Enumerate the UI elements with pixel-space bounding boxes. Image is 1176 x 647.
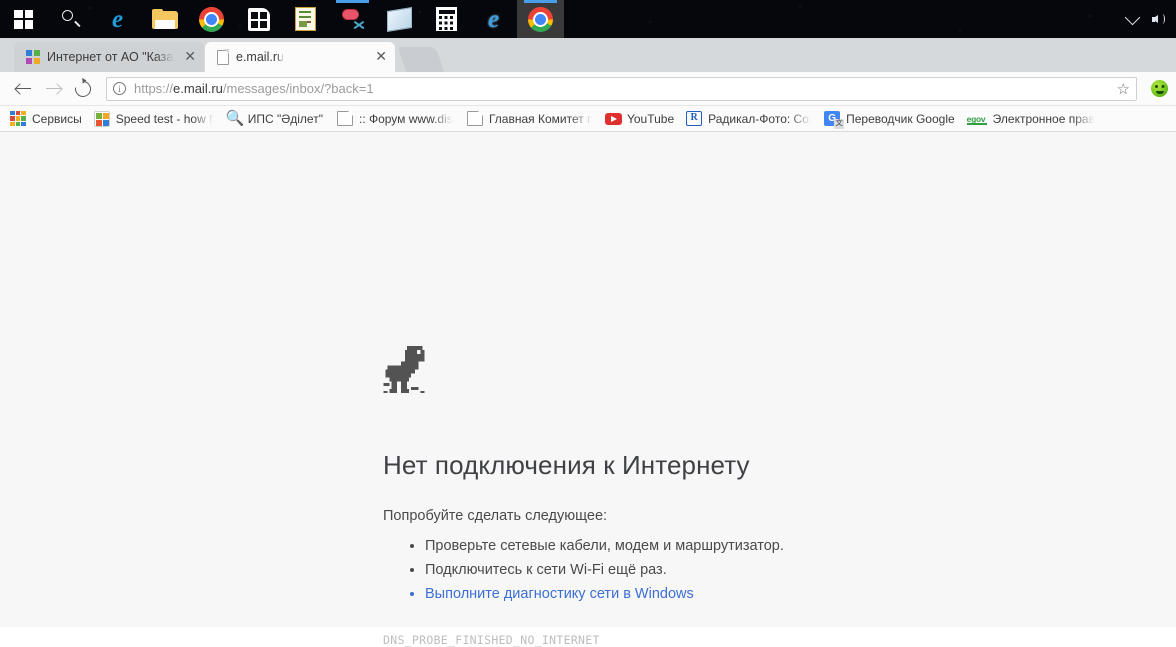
youtube-icon: [605, 111, 621, 127]
bookmark-google-translate[interactable]: G Переводчик Google: [818, 108, 961, 130]
apps-grid-icon: [10, 111, 26, 127]
chevron-up-icon[interactable]: [1125, 10, 1141, 26]
dinosaur-icon: [383, 346, 427, 393]
bookmark-label: Радикал-Фото: Созда: [708, 112, 812, 126]
url-path: /messages/inbox/?back=1: [223, 81, 374, 96]
taskbar-chrome[interactable]: [188, 0, 235, 38]
radikal-icon: R: [686, 111, 702, 126]
bookmark-label: Speed test - how fast: [116, 112, 214, 126]
network-diagnostics-link[interactable]: Выполните диагностику сети в Windows: [425, 582, 1003, 606]
ie-icon: e: [488, 7, 499, 32]
visio-document-icon: [295, 7, 316, 31]
windows-taskbar: e e: [0, 0, 1176, 38]
bookmark-speed-test[interactable]: Speed test - how fast: [88, 108, 220, 130]
arrow-left-icon: [15, 82, 32, 96]
bookmark-adilet[interactable]: 🔍 ИПС "Әділет": [220, 108, 329, 130]
bookmark-youtube[interactable]: YouTube: [599, 108, 680, 130]
url-host: e.mail.ru: [173, 81, 223, 96]
chrome-window: Интернет от АО "Казахт ✕ e.mail.ru ✕ i h…: [0, 38, 1176, 627]
windows-logo-icon: [14, 10, 33, 29]
taskbar-calculator[interactable]: [423, 0, 470, 38]
error-content: Нет подключения к Интернету Попробуйте с…: [383, 346, 1003, 647]
list-item: Проверьте сетевые кабели, модем и маршру…: [425, 534, 1003, 558]
taskbar-sticky-notes[interactable]: [376, 0, 423, 38]
bookmark-label: Главная Комитет по с: [489, 112, 593, 126]
url-scheme: https://: [134, 81, 173, 96]
new-tab-button[interactable]: [398, 47, 445, 72]
tab-title: e.mail.ru: [236, 50, 284, 64]
bookmark-forum-discom[interactable]: :: Форум www.discom: [329, 108, 459, 130]
page-info-icon[interactable]: i: [113, 82, 126, 95]
close-icon[interactable]: ✕: [174, 50, 196, 64]
search-magnifier-icon: 🔍: [226, 111, 242, 127]
bookmark-glavnaya-komitet[interactable]: Главная Комитет по с: [459, 108, 599, 130]
list-item: Подключитесь к сети Wi-Fi ещё раз.: [425, 558, 1003, 582]
forward-button[interactable]: [38, 74, 68, 104]
speedtest-icon: [94, 111, 110, 127]
browser-toolbar: i https://e.mail.ru/messages/inbox/?back…: [0, 72, 1176, 106]
address-bar[interactable]: i https://e.mail.ru/messages/inbox/?back…: [106, 77, 1137, 101]
page-title: Нет подключения к Интернету: [383, 450, 1003, 481]
arrow-right-icon: [45, 82, 62, 96]
speaker-icon[interactable]: [1152, 12, 1168, 26]
taskbar-store[interactable]: [235, 0, 282, 38]
google-translate-icon: G: [824, 111, 840, 126]
bookmarks-bar: Сервисы Speed test - how fast 🔍 ИПС "Әді…: [0, 106, 1176, 132]
egov-icon: egov: [967, 113, 987, 125]
bookmark-radikal-foto[interactable]: R Радикал-Фото: Созда: [680, 108, 818, 130]
taskbar-edge[interactable]: e: [94, 0, 141, 38]
calculator-icon: [436, 7, 457, 31]
taskbar-search-button[interactable]: [47, 0, 94, 38]
bookmark-label: Переводчик Google: [846, 112, 955, 126]
extension-avatar-icon[interactable]: [1151, 80, 1168, 97]
four-color-grid-icon: [26, 50, 40, 64]
tab-title: Интернет от АО "Казахт: [47, 50, 174, 64]
chrome-icon: [199, 7, 224, 32]
folder-icon: [152, 9, 178, 29]
page-icon: [217, 50, 229, 65]
scissors-icon: [340, 7, 366, 31]
chrome-icon: [528, 7, 553, 32]
url-text: https://e.mail.ru/messages/inbox/?back=1: [134, 81, 374, 96]
system-tray: [1127, 0, 1176, 38]
taskbar-file-explorer[interactable]: [141, 0, 188, 38]
close-icon[interactable]: ✕: [365, 50, 387, 64]
error-code: DNS_PROBE_FINISHED_NO_INTERNET: [383, 633, 1003, 647]
edge-icon: e: [112, 7, 123, 32]
taskbar-visio[interactable]: [282, 0, 329, 38]
taskbar-chrome-active[interactable]: [517, 0, 564, 38]
note-icon: [387, 7, 412, 32]
page-icon: [337, 111, 353, 126]
reload-button[interactable]: [68, 74, 98, 104]
error-lead-text: Попробуйте сделать следующее:: [383, 508, 1003, 524]
bookmark-label: ИПС "Әділет": [248, 112, 323, 126]
suggestion-list: Проверьте сетевые кабели, модем и маршру…: [425, 534, 1003, 606]
reload-icon: [72, 77, 94, 99]
error-page: Нет подключения к Интернету Попробуйте с…: [0, 132, 1176, 627]
bookmark-label: :: Форум www.discom: [359, 112, 453, 126]
back-button[interactable]: [8, 74, 38, 104]
store-icon: [248, 8, 270, 31]
bookmark-star-icon[interactable]: ☆: [1111, 80, 1130, 98]
tab-emailru[interactable]: e.mail.ru ✕: [205, 42, 395, 72]
taskbar-internet-explorer[interactable]: e: [470, 0, 517, 38]
bookmark-servisy[interactable]: Сервисы: [4, 108, 88, 130]
bookmark-label: Сервисы: [32, 112, 82, 126]
search-icon: [62, 10, 80, 28]
bookmark-label: Электронное правите: [993, 112, 1095, 126]
page-icon: [467, 111, 483, 126]
bookmark-egov[interactable]: egov Электронное правите: [961, 108, 1101, 130]
taskbar-snipping-tool[interactable]: [329, 0, 376, 38]
tab-kazakhtelecom[interactable]: Интернет от АО "Казахт ✕: [14, 42, 204, 72]
bookmark-label: YouTube: [627, 112, 674, 126]
tab-strip: Интернет от АО "Казахт ✕ e.mail.ru ✕: [0, 38, 1176, 72]
start-button[interactable]: [0, 0, 47, 38]
